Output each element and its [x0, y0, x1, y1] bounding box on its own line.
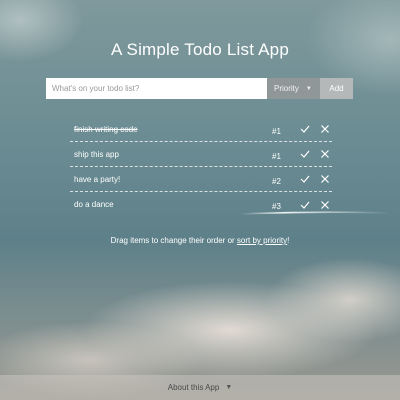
close-icon[interactable] — [318, 122, 332, 136]
add-todo-bar: Priority ▼ Add — [46, 78, 353, 99]
priority-select[interactable]: Priority ▼ — [267, 78, 320, 99]
check-icon[interactable] — [298, 122, 312, 136]
sort-hint-suffix: ! — [287, 236, 290, 245]
sort-hint-prefix: Drag items to change their order or — [110, 236, 237, 245]
chevron-down-icon: ▼ — [305, 85, 312, 92]
todo-text: finish writing code — [74, 124, 138, 134]
check-icon[interactable] — [298, 172, 312, 186]
todo-list: finish writing code #1 ship this app #1 … — [70, 117, 332, 217]
close-icon[interactable] — [318, 172, 332, 186]
check-icon[interactable] — [298, 198, 312, 212]
todo-item[interactable]: finish writing code #1 — [70, 117, 332, 142]
app-title: A Simple Todo List App — [111, 40, 289, 59]
close-icon[interactable] — [318, 147, 332, 161]
sort-hint: Drag items to change their order or sort… — [0, 236, 400, 245]
todo-text: ship this app — [74, 149, 119, 159]
check-icon[interactable] — [298, 147, 312, 161]
todo-item[interactable]: ship this app #1 — [70, 142, 332, 167]
todo-input[interactable] — [46, 78, 267, 99]
priority-tag: #2 — [272, 176, 281, 186]
priority-tag: #1 — [272, 151, 281, 161]
chevron-down-icon: ▼ — [225, 384, 233, 391]
todo-item[interactable]: do a dance #3 — [70, 192, 332, 217]
priority-select-label: Priority — [274, 84, 299, 93]
add-button[interactable]: Add — [320, 78, 353, 99]
todo-item[interactable]: have a party! #2 — [70, 167, 332, 192]
todo-text: do a dance — [74, 200, 114, 209]
about-label: About this App — [167, 383, 220, 392]
todo-text: have a party! — [74, 174, 121, 184]
about-bar[interactable]: About this App ▼ — [0, 375, 400, 400]
close-icon[interactable] — [318, 198, 332, 212]
priority-tag: #3 — [272, 202, 281, 211]
priority-tag: #1 — [272, 126, 281, 136]
sort-by-priority-link[interactable]: sort by priority — [237, 236, 287, 245]
